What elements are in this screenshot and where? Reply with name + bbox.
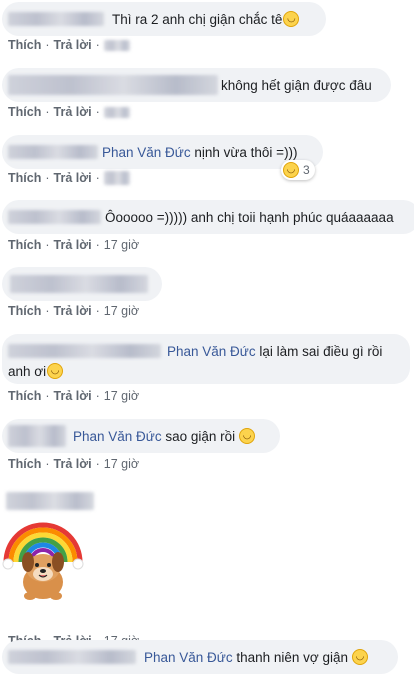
like-link[interactable]: Thích xyxy=(8,38,41,52)
comment-bubble: Phan Văn Đức nịnh vừa thôi =))) xyxy=(2,135,323,169)
like-link[interactable]: Thích xyxy=(8,105,41,119)
blurred-comment-content xyxy=(10,275,148,293)
comment-bubble: không hết giận được đâu xyxy=(2,68,391,102)
comment-text: không hết giận được đâu xyxy=(221,77,372,93)
comment-bubble xyxy=(2,267,162,301)
comment-timestamp[interactable]: 17 giờ xyxy=(104,389,139,403)
comment-text: sao giận rồi xyxy=(161,428,236,444)
comment-text: Ôooooo =))))) anh chị toii hạnh phúc quá… xyxy=(105,209,394,225)
reply-link[interactable]: Trả lời xyxy=(54,38,92,52)
comment-actions: Thích · Trả lời · 17 giờ xyxy=(8,238,140,252)
reply-link[interactable]: Trả lời xyxy=(54,304,92,318)
comment-bubble: Phan Văn Đức sao giận rồi ◡ xyxy=(2,419,280,453)
blurred-username xyxy=(8,650,136,664)
reply-link[interactable]: Trả lời xyxy=(54,457,92,471)
dog-rainbow-sticker xyxy=(2,522,84,600)
comment-text: lại làm sai điều gì rồi xyxy=(255,343,383,359)
mention-link[interactable]: Phan Văn Đức xyxy=(73,429,162,444)
comment-actions: Thích · Trả lời · xyxy=(8,38,130,52)
like-link[interactable]: Thích xyxy=(8,304,41,318)
comment-bubble: Phan Văn Đức lại làm sai điều gì rồi anh… xyxy=(2,334,410,384)
blurred-username xyxy=(8,210,101,224)
comment-text: Thì ra 2 anh chị giận chắc tê xyxy=(112,11,283,27)
comment-actions: Thích · Trả lời · 17 giờ xyxy=(8,457,140,471)
comment-timestamp[interactable]: 17 giờ xyxy=(104,457,139,471)
comment-text: thanh niên vợ giận xyxy=(232,649,349,665)
blurred-timestamp xyxy=(103,106,130,118)
comment-timestamp[interactable]: 17 giờ xyxy=(104,304,139,318)
reply-link[interactable]: Trả lời xyxy=(54,171,92,185)
mention-link[interactable]: Phan Văn Đức xyxy=(102,145,191,160)
laughing-emoji-icon: ◡ xyxy=(283,11,300,27)
reaction-summary[interactable]: ◡ 3 xyxy=(281,160,315,180)
mention-link[interactable]: Phan Văn Đức xyxy=(167,344,256,359)
reply-link[interactable]: Trả lời xyxy=(54,389,92,403)
comment-bubble: Phan Văn Đức thanh niên vợ giận ◡ xyxy=(2,640,398,674)
blurred-username xyxy=(8,344,161,358)
blurred-username xyxy=(8,75,218,95)
reply-link[interactable]: Trả lời xyxy=(54,105,92,119)
comment-bubble: Thì ra 2 anh chị giận chắc tê ◡ xyxy=(2,2,326,36)
like-link[interactable]: Thích xyxy=(8,389,41,403)
like-link[interactable]: Thích xyxy=(8,171,41,185)
mention-link[interactable]: Phan Văn Đức xyxy=(144,650,233,665)
reply-link[interactable]: Trả lời xyxy=(54,238,92,252)
comment-actions: Thích · Trả lời · xyxy=(8,105,130,119)
blurred-timestamp xyxy=(103,39,130,51)
reaction-count: 3 xyxy=(303,163,310,177)
comment-text: nịnh vừa thôi =))) xyxy=(190,144,298,160)
blurred-timestamp xyxy=(103,171,130,185)
rofl-emoji-icon: ◡ xyxy=(47,363,64,379)
blurred-username xyxy=(8,425,66,447)
comment-actions: Thích · Trả lời · 17 giờ xyxy=(8,389,140,403)
comment-actions: Thích · Trả lời · xyxy=(8,171,130,185)
comment-actions: Thích · Trả lời · 17 giờ xyxy=(8,304,140,318)
like-link[interactable]: Thích xyxy=(8,238,41,252)
blurred-username xyxy=(8,145,98,159)
comment-timestamp[interactable]: 17 giờ xyxy=(104,238,139,252)
like-link[interactable]: Thích xyxy=(8,457,41,471)
comment-text-line2: anh ơi xyxy=(8,363,47,379)
grinning-emoji-icon: ◡ xyxy=(239,428,256,444)
comment-bubble: Ôooooo =))))) anh chị toii hạnh phúc quá… xyxy=(2,200,414,234)
laughing-emoji-icon: ◡ xyxy=(283,162,299,178)
blurred-username xyxy=(8,12,104,26)
laughing-emoji-icon: ◡ xyxy=(352,649,369,665)
